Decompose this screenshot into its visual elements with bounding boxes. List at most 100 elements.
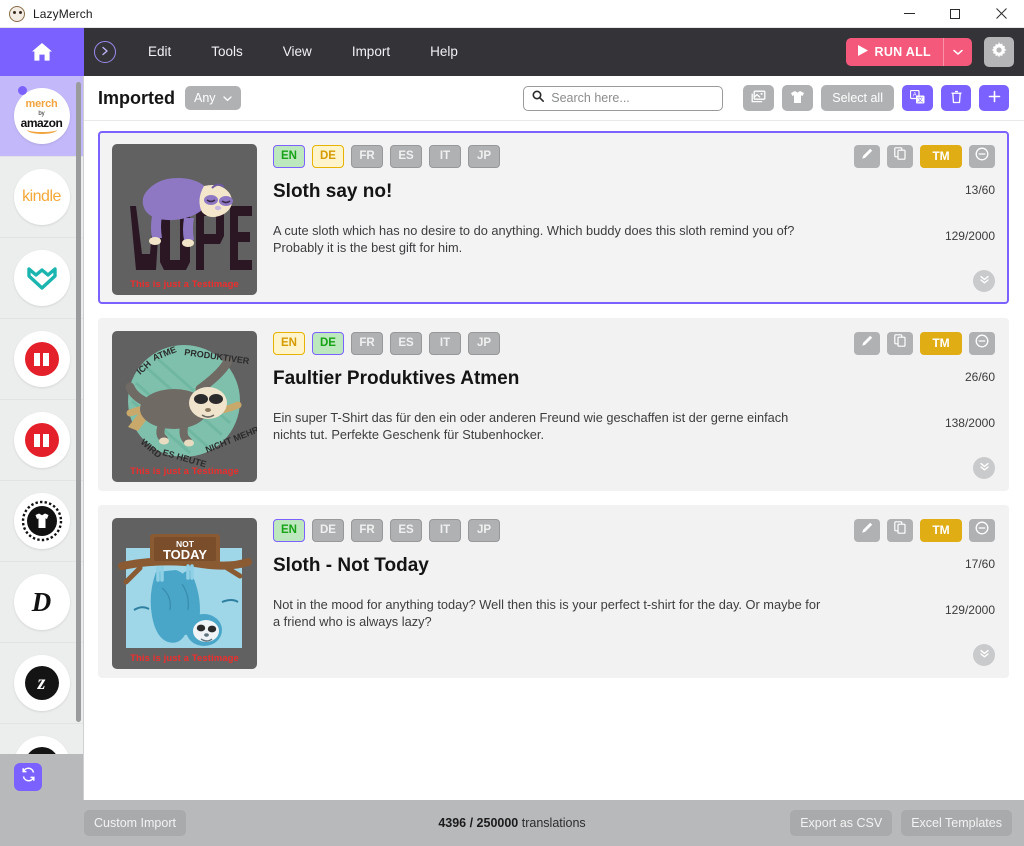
shirt-filter-button[interactable] (782, 85, 813, 111)
edit-button[interactable] (854, 332, 880, 355)
sync-button[interactable] (14, 763, 42, 791)
thumbnail-watermark: This is just a Testimage (112, 279, 257, 290)
language-tabs: EN DE FR ES IT JP (273, 518, 823, 542)
thumbnail[interactable]: NOT TODAY (112, 518, 257, 669)
lang-tab-fr[interactable]: FR (351, 519, 383, 542)
sidebar-item-kindle[interactable]: kindle (0, 157, 83, 238)
card-title[interactable]: Sloth say no! (273, 181, 823, 203)
image-filter-button[interactable] (743, 85, 774, 111)
menu-item-view[interactable]: View (263, 28, 332, 76)
select-all-button[interactable]: Select all (821, 85, 894, 111)
expand-card-button[interactable] (973, 270, 995, 292)
lang-tab-en[interactable]: EN (273, 145, 305, 168)
menu-items: Edit Tools View Import Help (128, 28, 478, 76)
menu-item-help[interactable]: Help (410, 28, 478, 76)
card-title[interactable]: Faultier Produktives Atmen (273, 368, 823, 390)
lang-tab-jp[interactable]: JP (468, 332, 500, 355)
minimize-icon[interactable] (886, 0, 932, 28)
menu-item-edit[interactable]: Edit (128, 28, 191, 76)
sidebar-item-redbubble-1[interactable] (0, 319, 83, 400)
sidebar-item-redbubble-2[interactable] (0, 400, 83, 481)
add-button[interactable] (979, 85, 1009, 111)
card-description[interactable]: Not in the mood for anything today? Well… (273, 596, 823, 631)
sidebar-collapse-button[interactable] (94, 41, 116, 63)
copy-button[interactable] (887, 332, 913, 355)
minus-circle-icon (975, 147, 989, 166)
card-description[interactable]: A cute sloth which has no desire to do a… (273, 222, 823, 257)
sidebar-item-tshirt-laurel[interactable] (0, 481, 83, 562)
sidebar-item-zazzle-1[interactable]: z (0, 643, 83, 724)
item-card[interactable]: NOT TODAY (98, 505, 1009, 678)
thumbnail[interactable]: ICH ATME PRODUKTIVER WIRD ES HEUTE NICHT… (112, 331, 257, 482)
edit-button[interactable] (854, 519, 880, 542)
remove-button[interactable] (969, 332, 995, 355)
menu-item-tools[interactable]: Tools (191, 28, 263, 76)
lang-tab-de[interactable]: DE (312, 332, 344, 355)
expand-card-button[interactable] (973, 644, 995, 666)
lang-tab-es[interactable]: ES (390, 145, 422, 168)
lang-tab-it[interactable]: IT (429, 519, 461, 542)
lang-tab-fr[interactable]: FR (351, 332, 383, 355)
item-card[interactable]: ICH ATME PRODUKTIVER WIRD ES HEUTE NICHT… (98, 318, 1009, 491)
sync-icon (20, 766, 37, 788)
card-description[interactable]: Ein super T-Shirt das für den ein oder a… (273, 409, 823, 444)
lang-tab-it[interactable]: IT (429, 332, 461, 355)
run-all-main[interactable]: RUN ALL (846, 38, 944, 66)
run-all-button[interactable]: RUN ALL (846, 38, 973, 66)
minus-circle-icon (975, 521, 989, 540)
lang-tab-it[interactable]: IT (429, 145, 461, 168)
displate-logo-icon: D (14, 574, 70, 630)
sidebar-item-merch-by-amazon[interactable]: merch by amazon (0, 76, 83, 157)
copy-icon (894, 521, 906, 539)
export-csv-button[interactable]: Export as CSV (790, 810, 892, 836)
sidebar-item-displate[interactable]: D (0, 562, 83, 643)
page-title: Imported (98, 88, 175, 109)
card-title[interactable]: Sloth - Not Today (273, 555, 823, 577)
custom-import-button[interactable]: Custom Import (84, 810, 186, 836)
close-icon[interactable] (978, 0, 1024, 28)
edit-button[interactable] (854, 145, 880, 168)
trademark-button[interactable]: TM (920, 332, 962, 355)
language-tabs: EN DE FR ES IT JP (273, 144, 823, 168)
lang-tab-de[interactable]: DE (312, 519, 344, 542)
lang-tab-en[interactable]: EN (273, 519, 305, 542)
action-buttons: TM (854, 331, 995, 355)
trademark-button[interactable]: TM (920, 145, 962, 168)
run-all-dropdown[interactable] (944, 38, 972, 66)
trademark-button[interactable]: TM (920, 519, 962, 542)
remove-button[interactable] (969, 519, 995, 542)
item-card[interactable]: This is just a Testimage EN DE FR ES IT … (98, 131, 1009, 304)
excel-templates-button[interactable]: Excel Templates (901, 810, 1012, 836)
filter-dropdown[interactable]: Any (185, 86, 241, 110)
copy-button[interactable] (887, 145, 913, 168)
thumbnail[interactable]: This is just a Testimage (112, 144, 257, 295)
search-input[interactable]: Search here... (523, 86, 723, 111)
home-button[interactable] (0, 28, 84, 76)
lang-tab-de[interactable]: DE (312, 145, 344, 168)
sidebar-scrollbar[interactable] (76, 82, 81, 722)
expand-card-button[interactable] (973, 457, 995, 479)
svg-text:文: 文 (917, 95, 923, 103)
sidebar-item-heart-marketplace[interactable] (0, 238, 83, 319)
tshirt-icon (790, 90, 805, 107)
sloth-branch-art: ICH ATME PRODUKTIVER WIRD ES HEUTE NICHT… (112, 331, 257, 482)
lang-tab-en[interactable]: EN (273, 332, 305, 355)
translate-button[interactable]: A 文 (902, 85, 933, 111)
run-all-label: RUN ALL (875, 45, 932, 59)
lang-tab-es[interactable]: ES (390, 332, 422, 355)
lang-tab-fr[interactable]: FR (351, 145, 383, 168)
copy-button[interactable] (887, 519, 913, 542)
maximize-icon[interactable] (932, 0, 978, 28)
lang-tab-es[interactable]: ES (390, 519, 422, 542)
play-icon (858, 45, 868, 59)
sloth-face-icon (9, 6, 25, 22)
remove-button[interactable] (969, 145, 995, 168)
delete-button[interactable] (941, 85, 971, 111)
window-title: LazyMerch (33, 7, 93, 21)
lang-tab-jp[interactable]: JP (468, 519, 500, 542)
menu-item-import[interactable]: Import (332, 28, 410, 76)
lang-tab-jp[interactable]: JP (468, 145, 500, 168)
sidebar-item-zazzle-2[interactable]: z (0, 724, 83, 754)
settings-button[interactable] (984, 37, 1014, 67)
sloth-not-today-art: NOT TODAY (112, 518, 257, 669)
